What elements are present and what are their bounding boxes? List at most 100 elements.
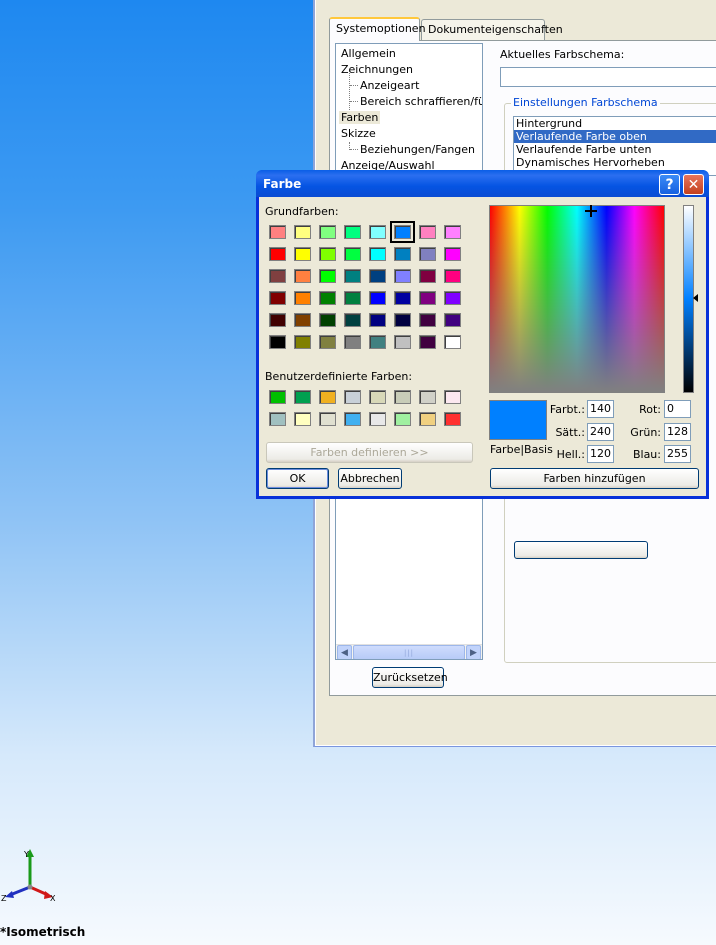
basic-color-swatch[interactable]	[394, 247, 411, 261]
list-item[interactable]: Dynamisches Hervorheben	[514, 156, 716, 169]
custom-color-swatch[interactable]	[419, 412, 436, 426]
basic-color-swatch[interactable]	[294, 335, 311, 349]
tree-item-farben[interactable]: Farben	[339, 111, 381, 124]
basic-color-swatch[interactable]	[269, 335, 286, 349]
custom-color-swatch[interactable]	[319, 412, 336, 426]
custom-color-swatch[interactable]	[319, 390, 336, 404]
custom-color-swatch[interactable]	[294, 412, 311, 426]
tree-item-anzeigeart[interactable]: Anzeigeart	[349, 79, 419, 92]
tab-systemoptionen[interactable]: Systemoptionen	[329, 17, 426, 41]
basic-color-swatch[interactable]	[269, 247, 286, 261]
add-custom-color-button[interactable]: Farben hinzufügen	[490, 468, 699, 489]
tree-item-allgemein[interactable]: Allgemein	[341, 47, 396, 60]
basic-color-swatch[interactable]	[369, 269, 386, 283]
current-scheme-combobox[interactable]	[500, 67, 716, 87]
color-spectrum[interactable]	[489, 205, 665, 393]
tree-item-bereich-schraffieren[interactable]: Bereich schraffieren/füllen	[350, 95, 482, 108]
basic-color-swatch[interactable]	[294, 225, 311, 239]
basic-color-swatch[interactable]	[319, 247, 336, 261]
custom-color-swatch[interactable]	[394, 390, 411, 404]
tree-item-beziehungen-fangen[interactable]: Beziehungen/Fangen	[349, 143, 475, 156]
custom-color-swatch[interactable]	[444, 390, 461, 404]
basic-color-swatch[interactable]	[369, 247, 386, 261]
basic-color-swatch[interactable]	[269, 269, 286, 283]
list-item[interactable]: Hintergrund	[514, 117, 716, 130]
help-icon[interactable]: ?	[659, 174, 680, 195]
basic-color-swatch[interactable]	[294, 291, 311, 305]
basic-color-swatch[interactable]	[419, 291, 436, 305]
crosshair-icon[interactable]	[585, 205, 597, 217]
basic-color-swatch[interactable]	[444, 225, 461, 239]
basic-color-swatch[interactable]	[269, 313, 286, 327]
basic-color-swatch[interactable]	[419, 269, 436, 283]
tab-dokumenteigenschaften[interactable]: Dokumenteigenschaften	[421, 19, 563, 41]
basic-color-swatch[interactable]	[269, 225, 286, 239]
basic-color-swatch[interactable]	[394, 313, 411, 327]
basic-color-swatch[interactable]	[319, 269, 336, 283]
sat-input[interactable]: 240	[587, 423, 614, 441]
red-input[interactable]: 0	[664, 400, 691, 418]
tree-horizontal-scrollbar[interactable]: ◀ ||| ▶	[336, 644, 482, 659]
basic-color-swatch[interactable]	[419, 225, 436, 239]
basic-color-swatch[interactable]	[294, 247, 311, 261]
ok-button[interactable]: OK	[266, 468, 329, 489]
list-item-selected[interactable]: Verlaufende Farbe oben	[514, 130, 716, 143]
hue-input[interactable]: 140	[587, 400, 614, 418]
custom-color-swatch[interactable]	[369, 390, 386, 404]
basic-color-swatch[interactable]	[394, 335, 411, 349]
scroll-left-icon[interactable]: ◀	[337, 645, 352, 659]
luminance-arrow-icon[interactable]	[693, 294, 698, 302]
custom-color-swatch[interactable]	[394, 412, 411, 426]
basic-color-swatch[interactable]	[444, 335, 461, 349]
basic-color-swatch[interactable]	[344, 335, 361, 349]
basic-color-swatch[interactable]	[390, 221, 415, 243]
custom-color-swatch[interactable]	[269, 412, 286, 426]
scroll-thumb[interactable]: |||	[353, 645, 465, 659]
basic-color-swatch[interactable]	[369, 313, 386, 327]
basic-color-swatch[interactable]	[369, 225, 386, 239]
basic-color-swatch[interactable]	[419, 313, 436, 327]
basic-color-swatch[interactable]	[444, 247, 461, 261]
tree-item-skizze[interactable]: Skizze	[341, 127, 376, 140]
basic-color-swatch[interactable]	[319, 335, 336, 349]
reset-button[interactable]: Zurücksetzen	[372, 667, 448, 688]
list-item[interactable]: Verlaufende Farbe unten	[514, 143, 716, 156]
basic-color-swatch[interactable]	[369, 335, 386, 349]
basic-color-swatch[interactable]	[419, 335, 436, 349]
basic-color-swatch[interactable]	[344, 291, 361, 305]
basic-color-swatch[interactable]	[344, 247, 361, 261]
custom-color-swatch[interactable]	[444, 412, 461, 426]
dialog-titlebar[interactable]: Farbe ? ✕	[256, 170, 709, 197]
custom-color-swatch[interactable]	[269, 390, 286, 404]
basic-color-swatch[interactable]	[369, 291, 386, 305]
close-icon[interactable]: ✕	[683, 174, 704, 195]
basic-color-swatch[interactable]	[394, 269, 411, 283]
basic-color-swatch[interactable]	[394, 291, 411, 305]
basic-color-swatch[interactable]	[319, 225, 336, 239]
basic-color-swatch[interactable]	[344, 313, 361, 327]
basic-color-swatch[interactable]	[319, 291, 336, 305]
custom-color-swatch[interactable]	[419, 390, 436, 404]
scroll-right-icon[interactable]: ▶	[466, 645, 481, 659]
basic-color-swatch[interactable]	[444, 313, 461, 327]
custom-color-swatch[interactable]	[344, 412, 361, 426]
lum-input[interactable]: 120	[587, 445, 614, 463]
partially-hidden-button[interactable]	[514, 541, 648, 559]
cancel-button[interactable]: Abbrechen	[338, 468, 402, 489]
custom-color-swatch[interactable]	[294, 390, 311, 404]
blue-input[interactable]: 255	[664, 445, 691, 463]
custom-color-swatch[interactable]	[369, 412, 386, 426]
basic-color-swatch[interactable]	[344, 269, 361, 283]
custom-color-swatch[interactable]	[344, 390, 361, 404]
basic-color-swatch[interactable]	[319, 313, 336, 327]
basic-color-swatch[interactable]	[269, 291, 286, 305]
basic-color-swatch[interactable]	[444, 291, 461, 305]
basic-color-swatch[interactable]	[444, 269, 461, 283]
basic-color-swatch[interactable]	[294, 313, 311, 327]
tree-item-zeichnungen[interactable]: Zeichnungen	[341, 63, 413, 76]
basic-color-swatch[interactable]	[344, 225, 361, 239]
green-input[interactable]: 128	[664, 423, 691, 441]
scheme-items-list[interactable]: Hintergrund Verlaufende Farbe oben Verla…	[513, 116, 716, 176]
basic-color-swatch[interactable]	[419, 247, 436, 261]
basic-color-swatch[interactable]	[294, 269, 311, 283]
